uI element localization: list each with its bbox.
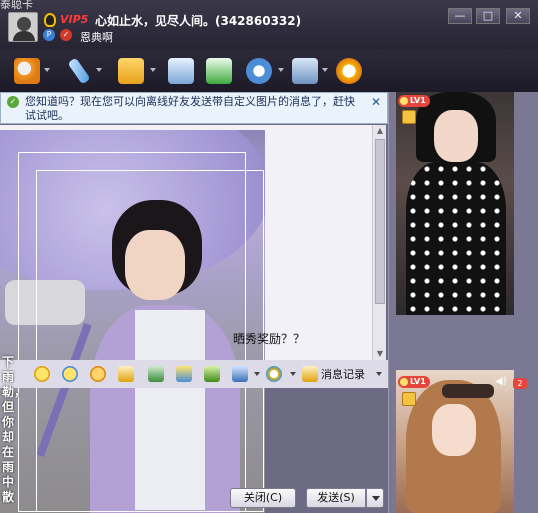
remote-assist-icon[interactable]: [246, 58, 272, 84]
gift-icon-bottom[interactable]: [402, 392, 416, 406]
level-badge-bottom: LV1: [398, 376, 430, 388]
close-notice-icon[interactable]: ✕: [371, 95, 381, 109]
avatar-head: [17, 17, 31, 31]
show1-face: [434, 110, 478, 162]
contact-qq-show[interactable]: [396, 92, 514, 315]
history-button[interactable]: 消息记录: [321, 366, 365, 382]
settings-icon[interactable]: [292, 58, 318, 84]
avatar[interactable]: [8, 12, 38, 42]
scroll-down-icon[interactable]: ▼: [374, 348, 386, 360]
speaker-icon[interactable]: ◀): [495, 376, 507, 387]
notification-count: 2: [513, 378, 527, 389]
search-profile-icon[interactable]: P: [43, 29, 55, 41]
screenshot-icon[interactable]: [204, 366, 220, 382]
nike-swoosh-icon: ✓: [60, 29, 72, 41]
notice-banner: ✓ 您知道吗？现在您可以向离线好友发送带自定义图片的消息了，赶快试试吧。 ✕: [0, 92, 388, 124]
remote-assist-dropdown-icon[interactable]: [278, 68, 284, 72]
chat-message: 晒秀奖励？？: [233, 332, 306, 346]
webcam-icon[interactable]: [14, 58, 40, 84]
send-file-dropdown-icon[interactable]: [150, 68, 156, 72]
contact-nickname: 恩典啊: [80, 31, 113, 44]
music-icon[interactable]: [176, 366, 192, 382]
notice-text: 您知道吗？现在您可以向离线好友发送带自定义图片的消息了，赶快试试吧。: [25, 95, 355, 122]
theme-dropdown-icon[interactable]: [254, 372, 260, 376]
close-button[interactable]: 关闭(C): [230, 488, 296, 508]
avatar-body: [13, 31, 35, 41]
message-input[interactable]: [0, 388, 388, 485]
send-button[interactable]: 发送(S): [306, 488, 366, 508]
shake-icon[interactable]: [90, 366, 106, 382]
show1-body: [406, 162, 506, 315]
message-scrollbar[interactable]: ▲ ▼: [372, 125, 386, 360]
qq-game-icon[interactable]: [336, 58, 362, 84]
webcam-dropdown-icon[interactable]: [44, 68, 50, 72]
history-dropdown-icon[interactable]: [376, 372, 382, 376]
picture-icon[interactable]: [148, 366, 164, 382]
show2-ears: [442, 384, 494, 398]
show2-face: [432, 404, 476, 456]
panel-divider: [388, 92, 389, 513]
font-icon[interactable]: [118, 366, 134, 382]
send-file-icon[interactable]: [118, 58, 144, 84]
history-icon[interactable]: [302, 366, 318, 382]
maximize-button[interactable]: □: [476, 8, 500, 24]
add-app-icon[interactable]: [206, 58, 232, 84]
send-options-icon[interactable]: [366, 488, 384, 508]
vip-badge: VIP5: [60, 13, 89, 26]
title-bar: 泰聪卡 VIP5 心如止水，见尽人间。(342860332) P ✓ 恩典啊 —…: [0, 0, 538, 50]
scroll-up-icon[interactable]: ▲: [374, 125, 386, 137]
microphone-icon[interactable]: [67, 57, 91, 85]
theme-icon[interactable]: [232, 366, 248, 382]
qq-show-dropdown-icon[interactable]: [290, 372, 296, 376]
magic-emoticon-icon[interactable]: [62, 366, 78, 382]
qq-penguin-icon: [44, 13, 56, 27]
gift-icon-top[interactable]: [402, 110, 416, 124]
contact-status-text: 心如止水，见尽人间。(342860332): [95, 14, 302, 28]
close-window-button[interactable]: ✕: [506, 8, 530, 24]
settings-dropdown-icon[interactable]: [322, 68, 328, 72]
check-icon: ✓: [7, 96, 19, 108]
input-text: 下雨勒，但你却在雨中散: [2, 355, 27, 504]
chat-toolbar: [0, 50, 538, 92]
scroll-thumb[interactable]: [375, 139, 385, 304]
microphone-dropdown-icon[interactable]: [96, 68, 102, 72]
emoticon-icon[interactable]: [34, 366, 50, 382]
level-badge-top: LV1: [398, 95, 430, 107]
mailbox-icon[interactable]: [168, 58, 194, 84]
qq-show-icon[interactable]: [266, 366, 282, 382]
minimize-button[interactable]: —: [448, 8, 472, 24]
window-title-cut: 泰聪卡: [0, 0, 33, 11]
